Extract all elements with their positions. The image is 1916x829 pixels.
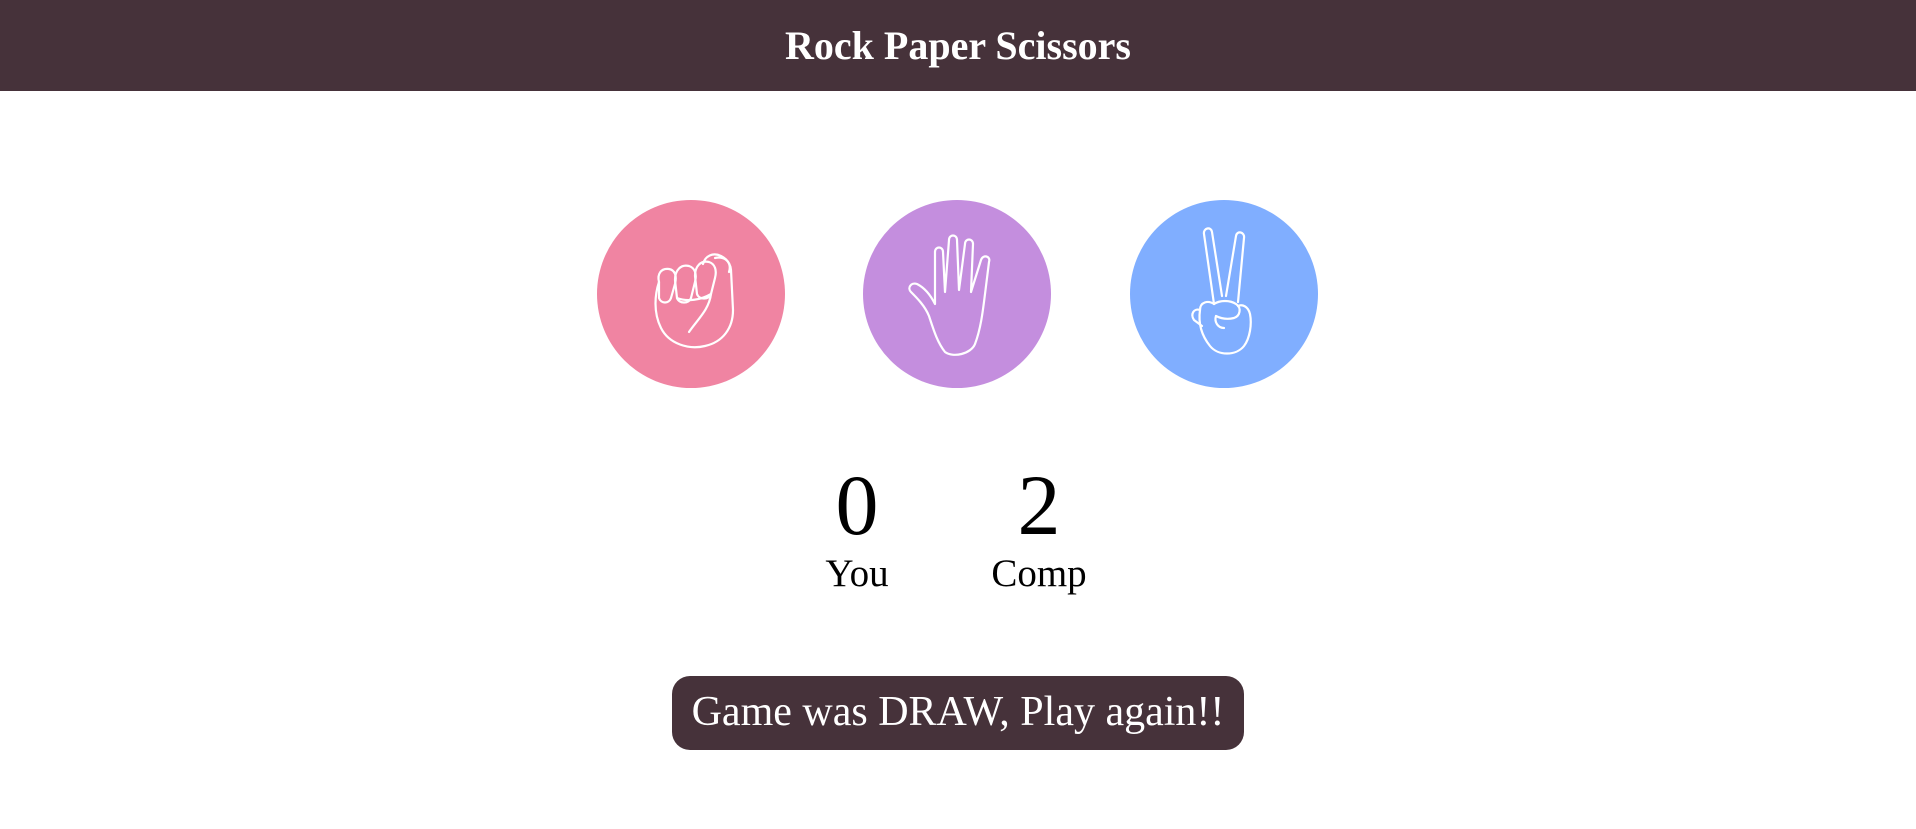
scissors-hand-icon: [1191, 227, 1252, 355]
rock-choice[interactable]: [597, 200, 785, 388]
user-score-label: You: [825, 552, 889, 595]
user-score-box: 0 You: [800, 460, 914, 598]
result-message: Game was DRAW, Play again!!: [671, 676, 1245, 750]
rock-hand-icon: [654, 253, 735, 349]
comp-score: 2: [1017, 457, 1061, 553]
app-header: Rock Paper Scissors: [0, 0, 1916, 91]
scissors-choice[interactable]: [1130, 200, 1318, 388]
user-score: 0: [835, 457, 879, 553]
page-title: Rock Paper Scissors: [785, 23, 1131, 68]
message-container: Game was DRAW, Play again!!: [0, 676, 1916, 750]
comp-score-box: 2 Comp: [971, 460, 1107, 598]
paper-choice[interactable]: [863, 200, 1051, 388]
paper-hand-icon: [908, 234, 991, 356]
comp-score-label: Comp: [991, 552, 1087, 595]
choices-container: [0, 200, 1916, 390]
